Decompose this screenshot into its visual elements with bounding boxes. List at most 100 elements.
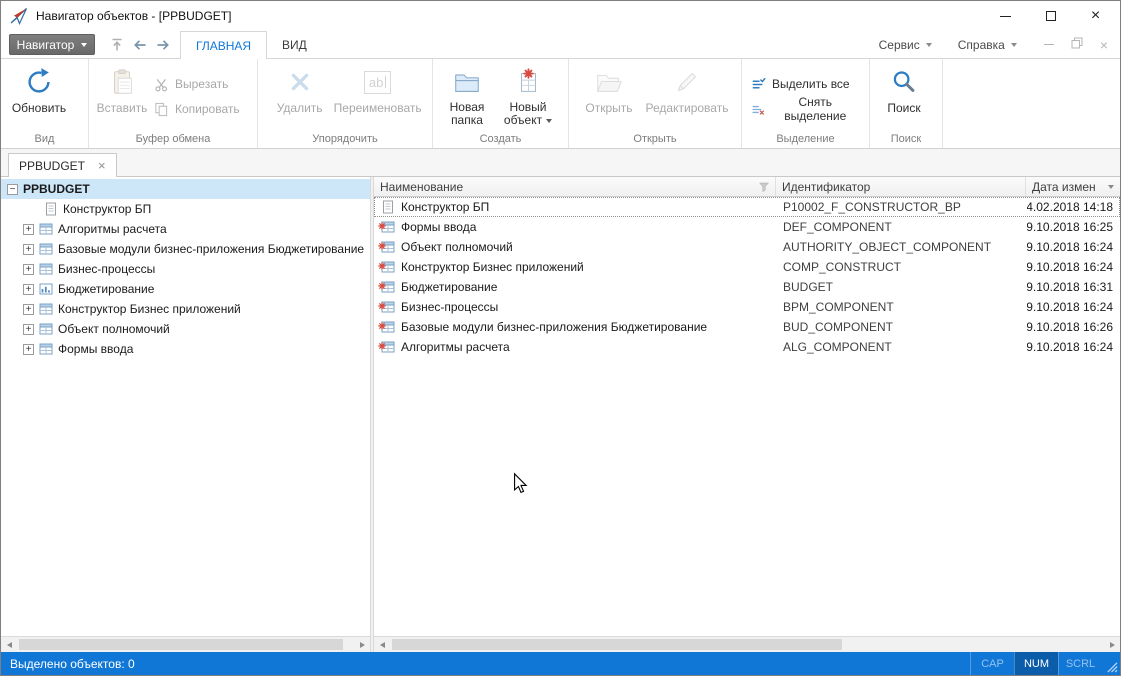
left-arrow-icon — [7, 642, 12, 648]
expand-icon[interactable]: + — [23, 344, 34, 355]
expand-icon[interactable]: + — [23, 304, 34, 315]
up-arrow-icon — [109, 37, 125, 53]
service-menu[interactable]: Сервис — [866, 38, 945, 52]
expand-icon[interactable]: + — [23, 264, 34, 275]
tree-item[interactable]: + Объект полномочий — [1, 319, 370, 339]
rename-button[interactable]: ab Переименовать — [328, 64, 427, 115]
scroll-left-button[interactable] — [1, 637, 17, 652]
document-tab-label: PPBUDGET — [19, 159, 85, 173]
component-icon — [381, 340, 395, 354]
tab-close-button[interactable]: × — [98, 159, 106, 172]
mdi-restore-button[interactable] — [1071, 37, 1083, 52]
tree-item[interactable]: + Бизнес-процессы — [1, 259, 370, 279]
chevron-down-icon — [1011, 43, 1017, 47]
copy-label: Копировать — [175, 102, 240, 116]
close-button[interactable]: × — [1073, 1, 1118, 31]
component-icon — [39, 262, 53, 276]
scrollbar-thumb[interactable] — [392, 639, 842, 650]
maximize-button[interactable] — [1028, 1, 1073, 31]
expand-icon[interactable]: + — [23, 224, 34, 235]
expand-icon[interactable]: + — [23, 284, 34, 295]
scissors-icon — [154, 77, 169, 92]
column-header-id[interactable]: Идентификатор — [776, 177, 1026, 196]
scrollbar-track[interactable] — [17, 637, 354, 652]
help-menu[interactable]: Справка — [945, 38, 1030, 52]
filter-funnel-icon[interactable] — [759, 182, 769, 192]
red-star-badge — [378, 322, 386, 330]
ribbon-right-menus: Сервис Справка × — [866, 31, 1120, 58]
row-id: COMP_CONSTRUCT — [783, 260, 901, 274]
clear-selection-button[interactable]: Снять выделение — [747, 100, 864, 118]
minimize-button[interactable] — [983, 1, 1028, 31]
select-all-button[interactable]: Выделить все — [747, 75, 864, 93]
row-name: Конструктор БП — [401, 200, 489, 214]
expand-icon[interactable]: + — [23, 244, 34, 255]
list-row[interactable]: Формы ввода DEF_COMPONENT 19.10.2018 16:… — [374, 217, 1120, 237]
back-button[interactable] — [128, 33, 151, 56]
chevron-down-icon[interactable] — [1108, 185, 1114, 189]
list-row[interactable]: Конструктор Бизнес приложений COMP_CONST… — [374, 257, 1120, 277]
scrollbar-track[interactable] — [390, 637, 1104, 652]
navigator-app-button[interactable]: Навигатор — [9, 34, 95, 55]
tree-horizontal-scrollbar[interactable] — [1, 636, 370, 652]
tree-item-label: Алгоритмы расчета — [58, 222, 167, 236]
forward-button[interactable] — [151, 33, 174, 56]
tree-item[interactable]: + Конструктор Бизнес приложений — [1, 299, 370, 319]
tree-item[interactable]: Конструктор БП — [1, 199, 370, 219]
resize-grip[interactable] — [1102, 652, 1120, 675]
document-icon — [44, 202, 58, 216]
tree-root-ppbudget[interactable]: − PPBUDGET — [1, 179, 370, 199]
tree-item[interactable]: + Базовые модули бизнес-приложения Бюдже… — [1, 239, 370, 259]
tree-item[interactable]: + Бюджетирование — [1, 279, 370, 299]
list-row[interactable]: Бизнес-процессы BPM_COMPONENT 19.10.2018… — [374, 297, 1120, 317]
refresh-button[interactable]: Обновить — [6, 64, 72, 115]
list-row[interactable]: Бюджетирование BUDGET 19.10.2018 16:31 — [374, 277, 1120, 297]
tree-item[interactable]: + Алгоритмы расчета — [1, 219, 370, 239]
tree-item[interactable]: + Формы ввода — [1, 339, 370, 359]
tab-home[interactable]: ГЛАВНАЯ — [180, 31, 267, 59]
chevron-down-icon — [81, 43, 87, 47]
collapse-icon[interactable]: − — [7, 184, 18, 195]
row-date: 19.10.2018 16:24 — [1027, 240, 1113, 254]
search-button[interactable]: Поиск — [875, 64, 933, 115]
up-level-button[interactable] — [105, 33, 128, 56]
list-row[interactable]: Конструктор БП P10002_F_CONSTRUCTOR_BP 2… — [374, 197, 1120, 217]
scroll-left-button[interactable] — [374, 637, 390, 652]
new-object-button[interactable]: Новый объект — [496, 64, 560, 127]
column-header-date[interactable]: Дата измен — [1026, 177, 1120, 196]
edit-button[interactable]: Редактировать — [638, 64, 736, 115]
close-icon: × — [98, 158, 106, 173]
component-icon — [381, 260, 395, 274]
list-horizontal-scrollbar[interactable] — [374, 636, 1120, 652]
mdi-minimize-button[interactable] — [1044, 44, 1054, 45]
list-row[interactable]: Алгоритмы расчета ALG_COMPONENT 19.10.20… — [374, 337, 1120, 357]
document-tab-ppbudget[interactable]: PPBUDGET × — [8, 153, 117, 177]
delete-button[interactable]: Удалить — [271, 64, 328, 115]
paste-button[interactable]: Вставить — [94, 64, 150, 115]
refresh-icon — [24, 66, 54, 98]
row-name: Бизнес-процессы — [401, 300, 498, 314]
scrollbar-thumb[interactable] — [19, 639, 343, 650]
component-icon — [381, 280, 395, 294]
expand-icon[interactable]: + — [23, 324, 34, 335]
rename-label: Переименовать — [334, 101, 422, 115]
mdi-close-button[interactable]: × — [1100, 38, 1108, 52]
open-button[interactable]: Открыть — [580, 64, 638, 115]
list-row[interactable]: Базовые модули бизнес-приложения Бюджети… — [374, 317, 1120, 337]
component-icon — [39, 322, 53, 336]
column-header-name[interactable]: Наименование — [374, 177, 776, 196]
scroll-right-button[interactable] — [1104, 637, 1120, 652]
minimize-icon — [1000, 16, 1011, 17]
clipboard-small-buttons: Вырезать Копировать — [150, 75, 244, 118]
copy-button[interactable]: Копировать — [150, 100, 244, 118]
tab-view[interactable]: ВИД — [267, 31, 322, 58]
column-header-id-label: Идентификатор — [782, 180, 870, 194]
list-row[interactable]: Объект полномочий AUTHORITY_OBJECT_COMPO… — [374, 237, 1120, 257]
ribbon-group-create: Новая папка Новый объект Создать — [433, 59, 569, 148]
new-folder-button[interactable]: Новая папка — [438, 64, 496, 127]
scroll-right-button[interactable] — [354, 637, 370, 652]
paste-label: Вставить — [97, 101, 148, 115]
row-id: P10002_F_CONSTRUCTOR_BP — [783, 200, 961, 214]
ribbon-group-arrange: Удалить ab Переименовать Упорядочить — [258, 59, 433, 148]
cut-button[interactable]: Вырезать — [150, 75, 244, 93]
